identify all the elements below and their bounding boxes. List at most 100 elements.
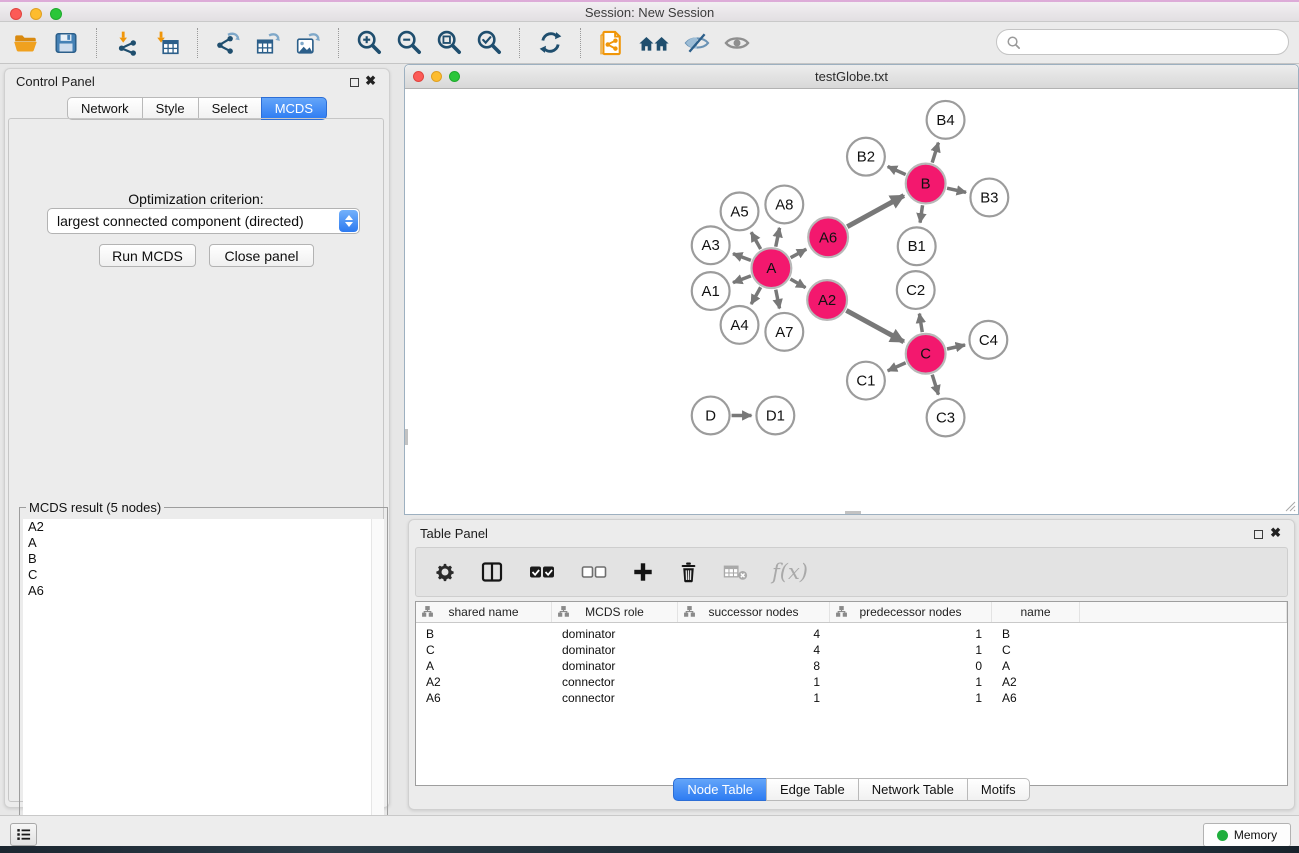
column-header-mcds-role[interactable]: MCDS role [552,602,678,622]
memory-button[interactable]: Memory [1203,823,1291,847]
select-all-button[interactable] [528,562,556,582]
zoom-out-button[interactable] [393,26,425,60]
graph-node-A7[interactable]: A7 [765,313,803,351]
graph-edge-A-A5[interactable] [751,232,760,249]
close-panel-button[interactable]: Close panel [209,244,314,267]
tab-mcds[interactable]: MCDS [261,97,327,120]
graph-edge-A-A1[interactable] [733,276,751,283]
tab-edge-table[interactable]: Edge Table [766,778,859,801]
show-details-button[interactable] [721,26,753,60]
zoom-fit-button[interactable] [433,26,465,60]
mcds-result-item[interactable]: A6 [23,583,384,599]
graph-edge-A-A6[interactable] [791,249,807,258]
table-float-icon[interactable] [1254,530,1263,539]
export-table-button[interactable] [252,26,284,60]
graph-edge-A-A3[interactable] [733,254,751,261]
home-button[interactable] [635,26,673,60]
tab-motifs[interactable]: Motifs [967,778,1030,801]
graph-node-D1[interactable]: D1 [756,397,794,435]
open-file-button[interactable] [10,26,42,60]
graph-node-B3[interactable]: B3 [970,179,1008,217]
column-header-predecessor-nodes[interactable]: predecessor nodes [830,602,992,622]
network-horizontal-scrollbar[interactable] [845,511,861,514]
network-window-titlebar[interactable]: testGlobe.txt [405,65,1298,89]
tab-select[interactable]: Select [198,97,262,120]
table-row[interactable]: A6connector11A6 [416,690,1287,706]
network-canvas[interactable]: A1A3A4A5A7A8B1B2B3B4C1C2C3C4DD1AA6A2BC [406,89,1297,513]
list-scrollbar[interactable] [371,519,384,841]
graph-node-A8[interactable]: A8 [765,186,803,224]
graph-edge-A-A8[interactable] [776,228,780,247]
graph-node-D[interactable]: D [692,397,730,435]
search-field[interactable] [996,29,1289,55]
graph-node-B2[interactable]: B2 [847,138,885,176]
column-header-successor-nodes[interactable]: successor nodes [678,602,830,622]
import-network-button[interactable] [111,26,143,60]
add-column-button[interactable] [632,561,654,583]
refresh-button[interactable] [534,26,566,60]
graph-node-B4[interactable]: B4 [927,101,965,139]
graph-node-B[interactable]: B [906,164,946,204]
graph-edge-C-C1[interactable] [888,363,906,371]
graph-node-B1[interactable]: B1 [898,227,936,265]
settings-gear-button[interactable] [434,561,456,583]
graph-node-C1[interactable]: C1 [847,362,885,400]
table-close-icon[interactable]: ✖ [1270,525,1281,541]
hide-details-button[interactable] [681,26,713,60]
table-row[interactable]: Bdominator41B [416,626,1287,642]
task-history-button[interactable] [10,823,37,846]
export-network-button[interactable] [212,26,244,60]
save-session-button[interactable] [50,26,82,60]
graph-node-A[interactable]: A [751,248,791,288]
tab-network-table[interactable]: Network Table [858,778,968,801]
delete-column-button[interactable] [678,561,699,584]
graph-node-A3[interactable]: A3 [692,226,730,264]
column-layout-button[interactable] [480,561,504,583]
graph-node-A4[interactable]: A4 [721,306,759,344]
graph-edge-B-B4[interactable] [932,143,938,163]
float-panel-icon[interactable] [350,78,359,87]
graph-node-A5[interactable]: A5 [721,193,759,231]
import-table-button[interactable] [151,26,183,60]
column-header-name[interactable]: name [992,602,1080,622]
graph-edge-A-A4[interactable] [751,287,760,304]
graph-node-C4[interactable]: C4 [969,321,1007,359]
graph-edge-C-C4[interactable] [947,345,965,349]
table-row[interactable]: A2connector11A2 [416,674,1287,690]
network-from-file-button[interactable] [595,26,627,60]
resize-grip-icon[interactable] [1283,499,1296,512]
export-image-button[interactable] [292,26,324,60]
run-mcds-button[interactable]: Run MCDS [99,244,196,267]
table-header-row[interactable]: shared nameMCDS rolesuccessor nodesprede… [416,602,1287,623]
graph-edge-A-A7[interactable] [776,290,780,309]
graph-edge-A2-C[interactable] [846,310,903,341]
mcds-result-item[interactable]: A [23,535,384,551]
search-input[interactable] [1026,34,1279,51]
graph-edge-B-B2[interactable] [888,166,906,174]
mcds-result-item[interactable]: A2 [23,519,384,535]
graph-node-A1[interactable]: A1 [692,272,730,310]
network-vertical-scrollbar[interactable] [405,429,408,445]
zoom-in-button[interactable] [353,26,385,60]
tab-node-table[interactable]: Node Table [673,778,767,801]
mcds-result-item[interactable]: C [23,567,384,583]
deselect-all-button[interactable] [580,562,608,582]
graph-edge-B-B1[interactable] [920,205,922,222]
graph-edge-B-B3[interactable] [947,188,966,192]
table-row[interactable]: Adominator80A [416,658,1287,674]
tab-network[interactable]: Network [67,97,143,120]
graph-node-C2[interactable]: C2 [897,271,935,309]
close-panel-icon[interactable]: ✖ [365,73,376,89]
graph-edge-A6-B[interactable] [847,196,904,227]
zoom-selected-button[interactable] [473,26,505,60]
graph-edge-C-C2[interactable] [919,314,922,332]
graph-node-C[interactable]: C [906,334,946,374]
column-header-shared-name[interactable]: shared name [416,602,552,622]
graph-edge-A-A2[interactable] [790,279,805,288]
graph-edge-C-C3[interactable] [932,375,938,395]
criterion-dropdown[interactable]: largest connected component (directed) [47,208,360,234]
mcds-result-item[interactable]: B [23,551,384,567]
graph-node-C3[interactable]: C3 [927,399,965,437]
graph-node-A2[interactable]: A2 [807,280,847,320]
table-row[interactable]: Cdominator41C [416,642,1287,658]
